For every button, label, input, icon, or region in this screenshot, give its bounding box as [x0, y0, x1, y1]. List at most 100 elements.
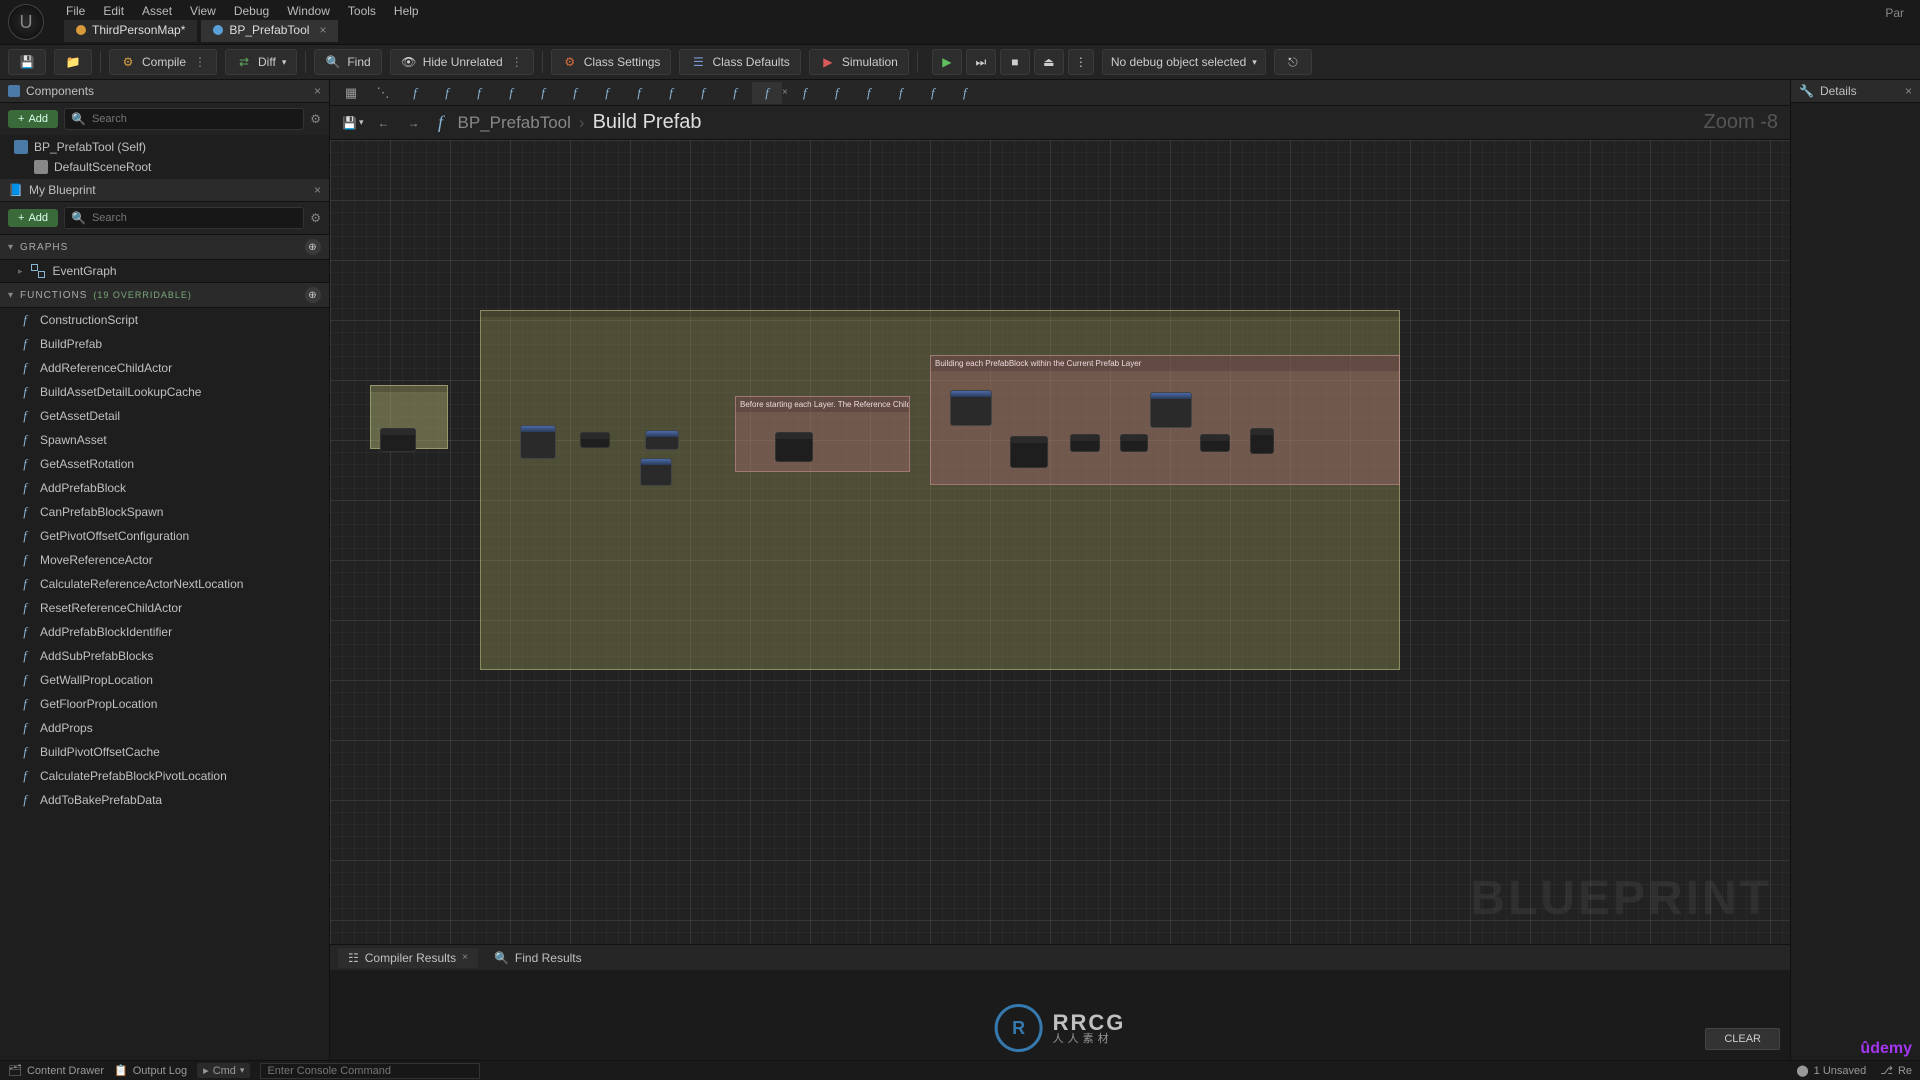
fn-tab[interactable]: f [790, 82, 820, 104]
menu-file[interactable]: File [66, 4, 85, 18]
fn-tab[interactable]: f [854, 82, 884, 104]
class-settings-button[interactable]: ⚙ Class Settings [551, 49, 672, 75]
fn-tab-active[interactable]: f [752, 82, 782, 104]
function-item[interactable]: fAddSubPrefabBlocks [0, 644, 329, 668]
doc-tab-thirdpersonmap[interactable]: ThirdPersonMap* [64, 20, 197, 42]
close-icon[interactable]: × [462, 952, 468, 963]
browse-button[interactable]: 📁 [54, 49, 92, 75]
close-icon[interactable]: × [314, 183, 321, 197]
bp-node[interactable] [520, 425, 556, 459]
component-item-sceneroot[interactable]: DefaultSceneRoot [0, 157, 329, 177]
play-button[interactable]: ▶ [932, 49, 962, 75]
find-button[interactable]: 🔍 Find [314, 49, 381, 75]
function-item[interactable]: fAddToBakePrefabData [0, 788, 329, 812]
bp-node[interactable] [1150, 392, 1192, 428]
function-item[interactable]: fConstructionScript [0, 308, 329, 332]
function-item[interactable]: fAddPrefabBlock [0, 476, 329, 500]
save-button[interactable]: 💾 [8, 49, 46, 75]
bp-node[interactable] [645, 430, 679, 450]
graph-canvas[interactable]: Before starting each Layer. The Referenc… [330, 140, 1790, 944]
menu-asset[interactable]: Asset [142, 4, 172, 18]
fn-tab[interactable]: f [720, 82, 750, 104]
bp-node[interactable] [380, 428, 416, 452]
function-item[interactable]: fGetPivotOffsetConfiguration [0, 524, 329, 548]
function-item[interactable]: fSpawnAsset [0, 428, 329, 452]
bp-node[interactable] [580, 432, 610, 448]
diff-button[interactable]: ⇄ Diff ▾ [225, 49, 297, 75]
graph-nodes-button[interactable]: ⋱ [368, 82, 398, 104]
output-log-button[interactable]: 📋 Output Log [114, 1064, 187, 1077]
function-item[interactable]: fResetReferenceChildActor [0, 596, 329, 620]
simulation-button[interactable]: ▶ Simulation [809, 49, 909, 75]
bp-node[interactable] [1250, 428, 1274, 454]
graph-save-button[interactable]: 💾▾ [342, 116, 363, 130]
doc-tab-bpprefabtool[interactable]: BP_PrefabTool × [201, 20, 338, 42]
function-item[interactable]: fCalculateReferenceActorNextLocation [0, 572, 329, 596]
menu-tools[interactable]: Tools [348, 4, 376, 18]
menu-debug[interactable]: Debug [234, 4, 269, 18]
console-input[interactable] [260, 1063, 480, 1079]
function-item[interactable]: fAddReferenceChildActor [0, 356, 329, 380]
gear-icon[interactable]: ⚙ [310, 211, 321, 225]
dropdown-icon[interactable]: ⋮ [511, 55, 523, 69]
bp-node[interactable] [775, 432, 813, 462]
find-results-tab[interactable]: 🔍 Find Results [484, 948, 592, 968]
debug-object-select[interactable]: No debug object selected ▾ [1102, 49, 1266, 75]
breadcrumb-root[interactable]: BP_PrefabTool [457, 113, 570, 133]
fn-tab[interactable]: f [496, 82, 526, 104]
comment-node-reset[interactable]: Before starting each Layer. The Referenc… [735, 396, 910, 472]
nav-back-button[interactable]: ← [373, 114, 393, 132]
function-item[interactable]: fAddPrefabBlockIdentifier [0, 620, 329, 644]
function-item[interactable]: fCalculatePrefabBlockPivotLocation [0, 764, 329, 788]
fn-tab[interactable]: f [656, 82, 686, 104]
content-drawer-button[interactable]: 🗂 Content Drawer [8, 1064, 104, 1077]
add-blueprint-button[interactable]: + Add [8, 209, 58, 227]
unsaved-indicator[interactable]: ⬤ 1 Unsaved [1796, 1064, 1866, 1077]
fn-tab[interactable]: f [918, 82, 948, 104]
cmd-selector[interactable]: ▸ Cmd ▾ [197, 1063, 250, 1078]
component-item-self[interactable]: BP_PrefabTool (Self) [0, 137, 329, 157]
function-item[interactable]: fBuildAssetDetailLookupCache [0, 380, 329, 404]
fn-tab[interactable]: f [464, 82, 494, 104]
function-item[interactable]: fCanPrefabBlockSpawn [0, 500, 329, 524]
revision-control[interactable]: ⎇ Re [1880, 1064, 1912, 1077]
bp-node[interactable] [1200, 434, 1230, 452]
stop-button[interactable]: ■ [1000, 49, 1030, 75]
bp-node[interactable] [640, 458, 672, 486]
close-icon[interactable]: × [1905, 84, 1912, 98]
gear-icon[interactable]: ⚙ [310, 112, 321, 126]
myblueprint-search-input[interactable] [92, 212, 297, 224]
fn-tab[interactable]: f [822, 82, 852, 104]
compiler-results-tab[interactable]: ☷ Compiler Results × [338, 948, 478, 968]
close-icon[interactable]: × [314, 84, 321, 98]
bp-node[interactable] [950, 390, 992, 426]
close-icon[interactable]: × [319, 23, 326, 37]
myblueprint-search[interactable]: 🔍 [64, 207, 304, 229]
function-item[interactable]: fBuildPrefab [0, 332, 329, 356]
function-item[interactable]: fGetWallPropLocation [0, 668, 329, 692]
components-search-input[interactable] [92, 113, 297, 125]
graphs-section-header[interactable]: ▾ GRAPHS ⊕ [0, 234, 329, 260]
class-defaults-button[interactable]: ☰ Class Defaults [679, 49, 800, 75]
bp-node[interactable] [1120, 434, 1148, 452]
fn-tab[interactable]: f [400, 82, 430, 104]
fn-tab[interactable]: f [528, 82, 558, 104]
fn-tab[interactable]: f [624, 82, 654, 104]
debug-find-button[interactable]: ⎋ [1274, 49, 1312, 75]
bp-node[interactable] [1070, 434, 1100, 452]
menu-window[interactable]: Window [287, 4, 330, 18]
fn-tab[interactable]: f [688, 82, 718, 104]
play-options-button[interactable]: ⋮ [1068, 49, 1094, 75]
function-item[interactable]: fAddProps [0, 716, 329, 740]
close-icon[interactable]: × [782, 87, 788, 98]
fn-tab[interactable]: f [592, 82, 622, 104]
clear-button[interactable]: CLEAR [1705, 1028, 1780, 1050]
functions-section-header[interactable]: ▾ FUNCTIONS (19 OVERRIDABLE) ⊕ [0, 282, 329, 308]
eventgraph-item[interactable]: ▸ EventGraph [0, 260, 329, 282]
eject-button[interactable]: ⏏ [1034, 49, 1064, 75]
function-item[interactable]: fGetAssetDetail [0, 404, 329, 428]
function-item[interactable]: fGetAssetRotation [0, 452, 329, 476]
add-function-button[interactable]: ⊕ [305, 287, 321, 303]
fn-tab[interactable]: f [432, 82, 462, 104]
fn-tab[interactable]: f [560, 82, 590, 104]
